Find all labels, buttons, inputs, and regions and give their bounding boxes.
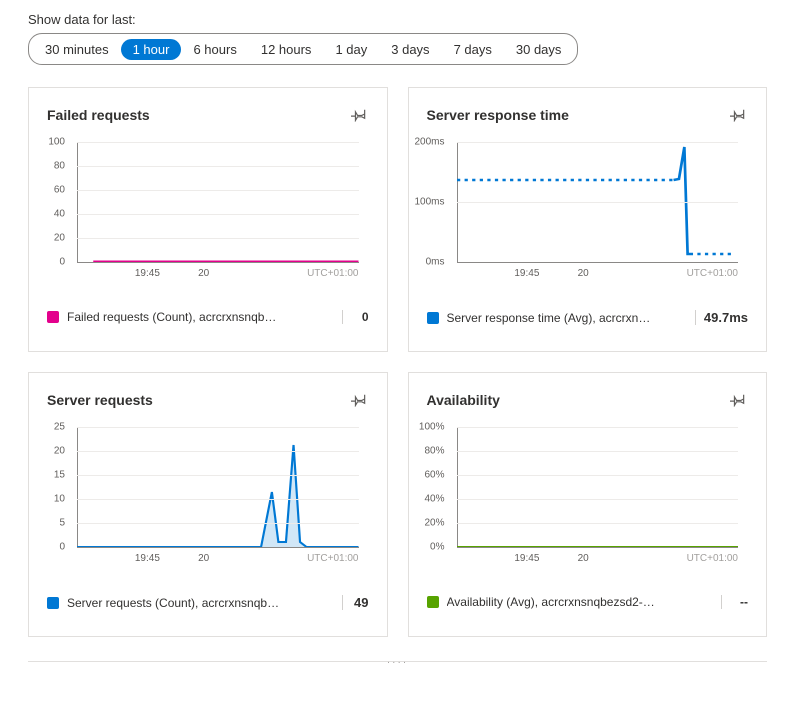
- y-tick: 20%: [424, 518, 450, 529]
- pin-icon[interactable]: [730, 106, 748, 124]
- chart-server-requests[interactable]: 0510152025 19:45 20 UTC+01:00: [77, 427, 359, 577]
- y-tick: 0ms: [426, 257, 451, 268]
- timezone-label: UTC+01:00: [687, 553, 738, 564]
- timezone-label: UTC+01:00: [307, 268, 358, 279]
- y-tick: 40%: [424, 494, 450, 505]
- legend-swatch: [427, 596, 439, 608]
- x-tick: 20: [198, 268, 209, 279]
- y-tick: 100ms: [414, 197, 450, 208]
- timezone-label: UTC+01:00: [687, 268, 738, 279]
- pin-icon[interactable]: [351, 106, 369, 124]
- x-tick: 19:45: [514, 268, 539, 279]
- card-title: Availability: [427, 392, 500, 408]
- time-range-option[interactable]: 30 minutes: [33, 39, 121, 60]
- card-title: Server response time: [427, 107, 569, 123]
- y-tick: 5: [59, 518, 71, 529]
- y-tick: 20: [54, 446, 71, 457]
- x-tick: 20: [578, 553, 589, 564]
- resize-grip[interactable]: ····: [28, 661, 767, 662]
- y-tick: 10: [54, 494, 71, 505]
- y-tick: 0: [59, 257, 71, 268]
- y-tick: 40: [54, 209, 71, 220]
- x-tick: 20: [198, 553, 209, 564]
- legend-label: Failed requests (Count), acrcrxnsnqb…: [67, 310, 330, 324]
- card-availability: Availability 0% 20% 40% 60% 80% 100% 19:45 20: [408, 372, 768, 637]
- y-tick: 60%: [424, 470, 450, 481]
- chart-server-response[interactable]: 0ms100ms200ms 19:45 20 UTC+01:00: [457, 142, 739, 292]
- chart-availability[interactable]: 0%20%40%60%80%100% 19:45 20 UTC+01:00: [457, 427, 739, 577]
- y-tick: 80%: [424, 446, 450, 457]
- legend-label: Availability (Avg), acrcrxnsnqbezsd2-…: [447, 595, 710, 609]
- y-tick: 80: [54, 161, 71, 172]
- legend-label: Server response time (Avg), acrcrxn…: [447, 311, 683, 325]
- y-tick: 200ms: [414, 137, 450, 148]
- x-tick: 19:45: [135, 553, 160, 564]
- time-range-option[interactable]: 6 hours: [181, 39, 248, 60]
- time-filter-label: Show data for last:: [28, 12, 767, 27]
- x-tick: 19:45: [135, 268, 160, 279]
- card-server-requests: Server requests 0 5 10 15 20 25 19:45 20: [28, 372, 388, 637]
- x-tick: 20: [578, 268, 589, 279]
- legend-value: 49.7ms: [695, 310, 748, 325]
- card-title: Failed requests: [47, 107, 150, 123]
- y-tick: 100%: [419, 422, 451, 433]
- time-range-option[interactable]: 7 days: [442, 39, 504, 60]
- time-range-picker: 30 minutes1 hour6 hours12 hours1 day3 da…: [28, 33, 578, 65]
- legend-value: 49: [342, 595, 369, 610]
- y-tick: 0: [59, 542, 71, 553]
- y-tick: 25: [54, 422, 71, 433]
- legend-value: 0: [342, 310, 369, 324]
- y-tick: 15: [54, 470, 71, 481]
- legend-swatch: [47, 311, 59, 323]
- x-tick: 19:45: [514, 553, 539, 564]
- time-range-option[interactable]: 1 hour: [121, 39, 182, 60]
- pin-icon[interactable]: [351, 391, 369, 409]
- time-range-option[interactable]: 1 day: [323, 39, 379, 60]
- card-title: Server requests: [47, 392, 153, 408]
- y-tick: 100: [48, 137, 71, 148]
- legend-label: Server requests (Count), acrcrxnsnqb…: [67, 596, 330, 610]
- card-failed-requests: Failed requests 0 20 40 60 80 100 19:45 20: [28, 87, 388, 352]
- legend-value: --: [721, 595, 748, 609]
- time-range-option[interactable]: 30 days: [504, 39, 574, 60]
- card-server-response-time: Server response time 0ms 100ms 200ms: [408, 87, 768, 352]
- legend-swatch: [427, 312, 439, 324]
- legend-swatch: [47, 597, 59, 609]
- time-range-option[interactable]: 3 days: [379, 39, 441, 60]
- timezone-label: UTC+01:00: [307, 553, 358, 564]
- y-tick: 60: [54, 185, 71, 196]
- time-range-option[interactable]: 12 hours: [249, 39, 324, 60]
- y-tick: 0%: [430, 542, 450, 553]
- y-tick: 20: [54, 233, 71, 244]
- pin-icon[interactable]: [730, 391, 748, 409]
- chart-failed-requests[interactable]: 020406080100 19:45 20 UTC+01:00: [77, 142, 359, 292]
